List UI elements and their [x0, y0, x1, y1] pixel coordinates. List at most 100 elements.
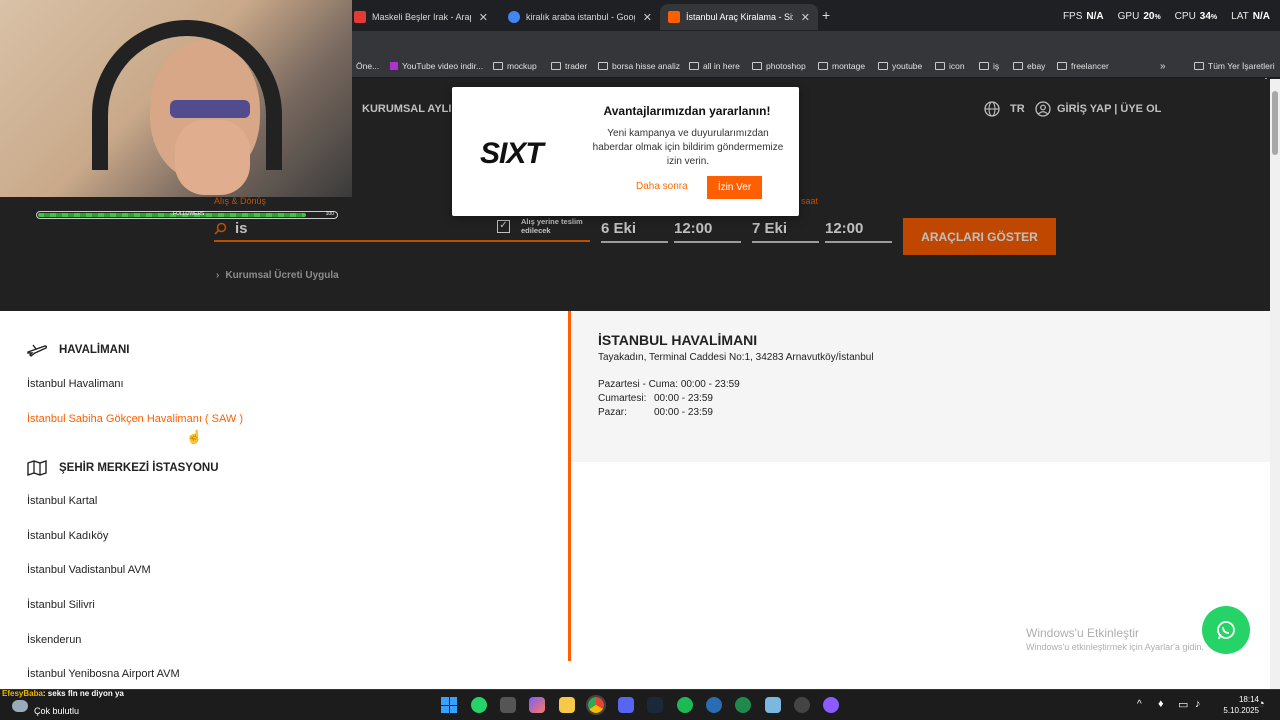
bookmark-folder[interactable]: ebay	[1013, 61, 1045, 71]
hours-time: 00:00 - 23:59	[680, 379, 740, 390]
bookmark-folder[interactable]: trader	[551, 61, 587, 71]
location-item[interactable]: İstanbul Yenibosna Airport AVM	[27, 668, 180, 680]
sixt-logo: SIXT	[480, 137, 544, 170]
tab-title: Maskeli Beşler Irak - Arapça Mü	[372, 12, 471, 22]
hand-cursor-icon: ☝	[186, 429, 203, 444]
whatsapp-taskbar-icon[interactable]	[471, 697, 487, 713]
tab-google[interactable]: kiralık araba istanbul - Google'd ✕	[500, 4, 660, 30]
popup-title: Avantajlarımızdan yararlanın!	[603, 104, 771, 118]
sunglasses	[170, 100, 250, 118]
hours-row: Cumartesi: 00:00 - 23:59	[598, 393, 713, 404]
perf-overlay: FPS N/A GPU 20% CPU 34% LAT N/A	[1062, 11, 1270, 22]
mic-icon[interactable]: ♦	[1158, 698, 1164, 710]
windows-taskbar: EfesyBaba: seks fln ne diyon ya Çok bulu…	[0, 689, 1280, 720]
tray-chevron-icon[interactable]: ^	[1137, 699, 1142, 710]
hours-day: Cumartesi:	[598, 393, 647, 404]
allow-button[interactable]: İzin Ver	[707, 176, 762, 199]
chrome-icon[interactable]	[586, 695, 606, 715]
volume-icon[interactable]: ♪	[1195, 698, 1201, 710]
airport-section-title: HAVALİMANI	[59, 344, 130, 356]
page-scrollbar[interactable]	[1270, 79, 1280, 689]
chat-text: : seks fln ne diyon ya	[42, 689, 124, 698]
follower-goal-label: FOLLOWERS	[173, 211, 205, 217]
notification-popup: SIXT Avantajlarımızdan yararlanın! Yeni …	[452, 87, 799, 216]
bookmark-folder-all[interactable]: Tüm Yer İşaretleri	[1194, 61, 1275, 71]
steam-icon[interactable]	[647, 697, 663, 713]
location-item[interactable]: İstanbul Vadistanbul AVM	[27, 564, 151, 576]
bookmark-folder[interactable]: all in here	[689, 61, 740, 71]
location-item[interactable]: İskenderun	[27, 634, 81, 646]
bookmark-folder[interactable]: borsa hisse analiz	[598, 61, 680, 71]
network-icon[interactable]: ▭	[1178, 698, 1188, 711]
city-section-header: ŞEHİR MERKEZİ İSTASYONU	[27, 460, 219, 476]
location-list: HAVALİMANI İstanbul Havalimanı İstanbul …	[0, 311, 569, 689]
tab-title: İstanbul Araç Kiralama - Sixt Tü	[686, 12, 793, 22]
settings-icon[interactable]	[794, 697, 810, 713]
more-bookmarks-icon[interactable]: »	[1160, 61, 1166, 72]
close-tab-icon[interactable]: ✕	[479, 11, 488, 24]
bookmark-folder[interactable]: youtube	[878, 61, 922, 71]
weather-icon	[12, 700, 28, 712]
follower-goal-value: 100	[325, 211, 334, 217]
bookmark-folder[interactable]: freelancer	[1057, 61, 1109, 71]
location-item[interactable]: İstanbul Havalimanı	[27, 378, 124, 390]
whatsapp-button[interactable]	[1202, 606, 1250, 654]
bookmark-folder[interactable]: montage	[818, 61, 865, 71]
clock-time: 18:14	[1238, 695, 1259, 704]
bookmark-favicon	[390, 62, 398, 70]
later-button[interactable]: Daha sonra	[636, 181, 688, 192]
bookmark-folder[interactable]: iş	[979, 61, 999, 71]
close-tab-icon[interactable]: ✕	[643, 11, 652, 24]
bookmark-item[interactable]: Öne...	[356, 61, 379, 71]
tab-title: kiralık araba istanbul - Google'd	[526, 12, 635, 22]
hours-time: 00:00 - 23:59	[654, 393, 713, 404]
tab-maskeli[interactable]: Maskeli Beşler Irak - Arapça Mü ✕	[346, 4, 496, 30]
location-item[interactable]: İstanbul Silivri	[27, 599, 95, 611]
stream-chat-message: EfesyBaba: seks fln ne diyon ya	[2, 689, 124, 698]
detail-address: Tayakadın, Terminal Caddesi No:1, 34283 …	[598, 352, 874, 363]
location-item[interactable]: İstanbul Kadıköy	[27, 530, 108, 542]
windows-start-icon[interactable]	[441, 697, 457, 713]
tab-favicon	[354, 11, 366, 23]
bookmark-folder[interactable]: mockup	[493, 61, 537, 71]
hours-row: Pazar: 00:00 - 23:59	[598, 407, 713, 418]
copilot-icon[interactable]	[529, 697, 545, 713]
folder-icon	[551, 62, 561, 70]
store-icon[interactable]	[500, 697, 516, 713]
bookmark-item[interactable]: YouTube video indir...	[390, 61, 483, 71]
location-item-selected[interactable]: İstanbul Sabiha Gökçen Havalimanı ( SAW …	[27, 413, 243, 425]
folder-icon	[979, 62, 989, 70]
folder-icon	[1013, 62, 1023, 70]
follower-goal-bar: FOLLOWERS 100	[36, 211, 338, 219]
bookmark-folder[interactable]: icon	[935, 61, 965, 71]
system-clock[interactable]: 18:14 5.10.2025	[1219, 694, 1259, 716]
airport-section-header: HAVALİMANI	[27, 343, 129, 357]
file-explorer-icon[interactable]	[559, 697, 575, 713]
webcam-overlay	[0, 0, 352, 197]
hours-day: Pazar:	[598, 407, 627, 418]
city-section-title: ŞEHİR MERKEZİ İSTASYONU	[59, 462, 219, 474]
new-tab-button[interactable]: +	[822, 7, 830, 23]
scrollbar-thumb[interactable]	[1272, 91, 1278, 155]
folder-icon	[878, 62, 888, 70]
tab-sixt[interactable]: İstanbul Araç Kiralama - Sixt Tü ✕	[660, 4, 818, 30]
folder-icon	[493, 62, 503, 70]
location-item[interactable]: İstanbul Kartal	[27, 495, 97, 507]
notification-bell-icon[interactable]: ◔	[1258, 698, 1265, 710]
popup-body: Yeni kampanya ve duyurularımızdan haberd…	[592, 128, 784, 167]
spotify-icon[interactable]	[677, 697, 693, 713]
app-u-icon[interactable]	[735, 697, 751, 713]
folder-icon	[1057, 62, 1067, 70]
app-network-icon[interactable]	[765, 697, 781, 713]
whatsapp-icon	[1217, 621, 1235, 640]
obs-icon[interactable]	[823, 697, 839, 713]
bookmark-folder[interactable]: photoshop	[752, 61, 806, 71]
chat-user: EfesyBaba	[2, 689, 43, 698]
weather-label[interactable]: Çok bulutlu	[34, 706, 79, 716]
google-icon	[508, 11, 520, 23]
activation-watermark-title: Windows'u Etkinleştir	[1026, 626, 1139, 640]
discord-icon[interactable]	[618, 697, 634, 713]
app-c-icon[interactable]	[706, 697, 722, 713]
close-tab-icon[interactable]: ✕	[801, 11, 810, 24]
streamer-hand	[175, 120, 250, 195]
